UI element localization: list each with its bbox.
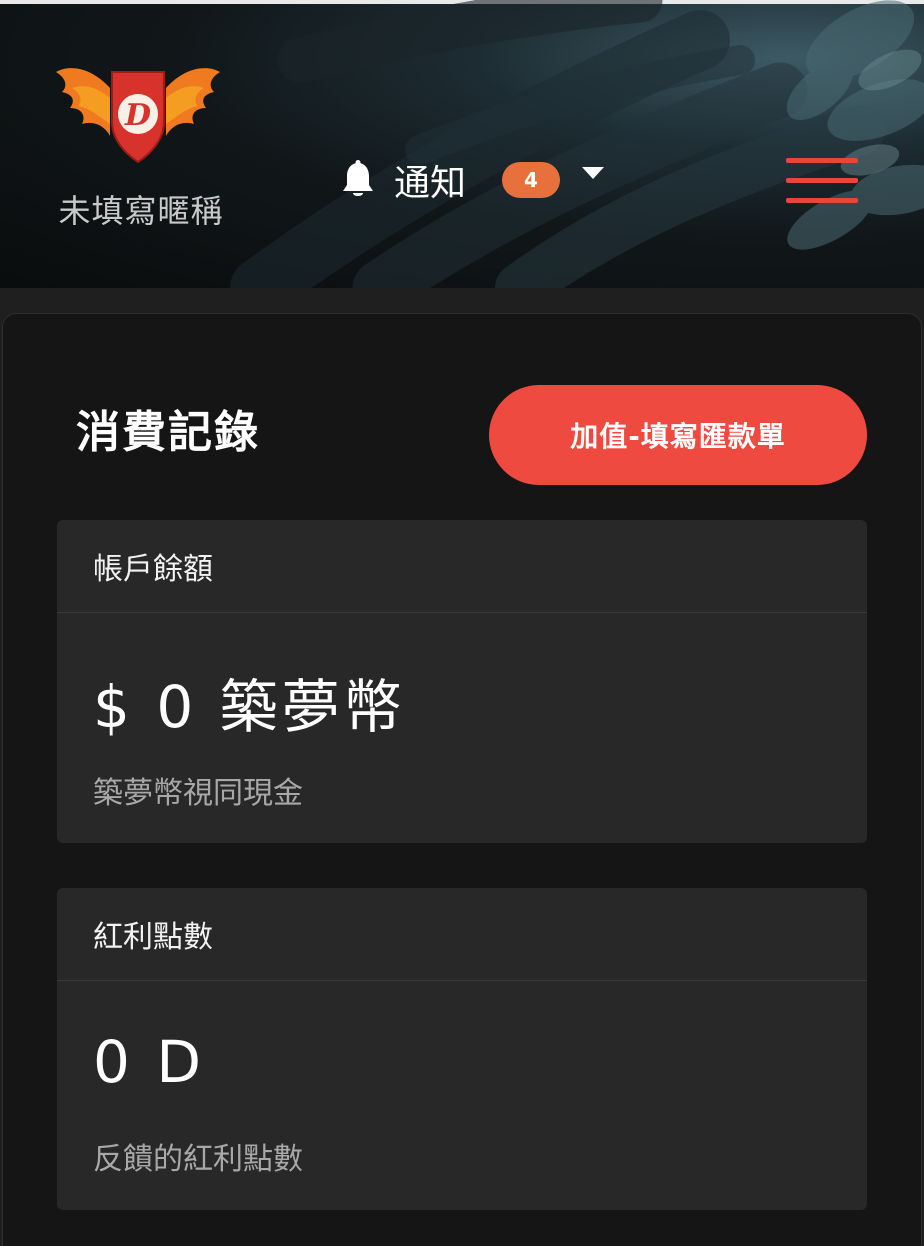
hamburger-line [786, 198, 858, 203]
bonus-value: 0 D [93, 1028, 205, 1096]
balance-card: 帳戶餘額 $ 0 築夢幣 築夢幣視同現金 [57, 520, 867, 843]
notification-label: 通知 [394, 163, 467, 204]
hamburger-line [786, 158, 858, 163]
caret-down-icon [582, 167, 605, 179]
bonus-card-heading: 紅利點數 [57, 888, 867, 981]
bonus-note: 反饋的紅利點數 [93, 1142, 303, 1177]
header-bar: D 未填寫暱稱 通知 4 [0, 0, 924, 288]
hamburger-line [786, 178, 858, 183]
hamburger-menu-icon[interactable] [786, 158, 858, 206]
bonus-card: 紅利點數 0 D 反饋的紅利點數 [57, 888, 867, 1210]
bell-icon [343, 160, 373, 196]
nickname-label[interactable]: 未填寫暱稱 [46, 186, 236, 232]
balance-card-heading: 帳戶餘額 [57, 520, 867, 613]
notification-count-badge: 4 [502, 162, 561, 198]
svg-text:D: D [124, 98, 151, 133]
balance-note: 築夢幣視同現金 [93, 776, 303, 811]
balance-value: $ 0 築夢幣 [93, 673, 406, 741]
page-title: 消費記錄 [76, 407, 260, 458]
notification-dropdown[interactable]: 通知 4 [340, 158, 605, 204]
winged-shield-logo-icon[interactable]: D [52, 58, 224, 166]
topup-remittance-button[interactable]: 加值-填寫匯款單 [489, 385, 867, 485]
